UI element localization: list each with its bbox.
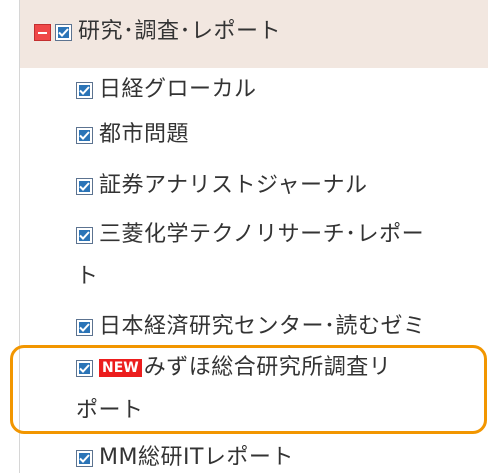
list-item-mitsubishi-chemical-report[interactable]: 三菱化学テクノリサーチ･レポー [76, 224, 424, 246]
list-item-nikkei-glocal[interactable]: 日経グローカル [76, 79, 257, 101]
checkbox-icon[interactable] [76, 177, 93, 195]
list-item-label: みずほ総合研究所調査リ [143, 355, 392, 380]
category-header[interactable]: 研究･調査･レポート [20, 0, 488, 68]
category-label: 研究･調査･レポート [78, 19, 282, 44]
checkbox-icon[interactable] [76, 359, 93, 377]
list-item-toshi-mondai[interactable]: 都市問題 [76, 124, 189, 146]
list-item-label: 日経グローカル [99, 77, 257, 102]
list-item-jcer-yomu-zemi[interactable]: 日本経済研究センター･読むゼミ [76, 316, 426, 338]
new-badge: NEW [99, 359, 142, 377]
list-item-label: 都市問題 [99, 122, 190, 147]
checkbox-icon[interactable] [76, 81, 93, 99]
category-row[interactable]: 研究･調査･レポート [34, 21, 281, 43]
collapse-icon[interactable] [34, 23, 51, 41]
list-item-mizuho-research[interactable]: NEW みずほ総合研究所調査リ [76, 357, 391, 379]
list-item-label-continuation: ト [76, 264, 99, 289]
list-item-securities-analyst-journal[interactable]: 証券アナリストジャーナル [76, 175, 367, 197]
list-item-mm-research-report[interactable]: MM総研ITレポート [76, 447, 294, 469]
list-item-label: 三菱化学テクノリサーチ･レポー [99, 222, 425, 247]
list-item-label: MM総研ITレポート [99, 445, 294, 470]
checkbox-icon[interactable] [76, 126, 93, 144]
checkbox-icon[interactable] [76, 449, 93, 467]
list-item-label: 証券アナリストジャーナル [99, 173, 368, 198]
list-item-label-continuation: ポート [76, 398, 144, 423]
category-checkbox-icon[interactable] [55, 23, 72, 41]
checkbox-icon[interactable] [76, 226, 93, 244]
list-item-label: 日本経済研究センター･読むゼミ [99, 314, 426, 339]
checkbox-icon[interactable] [76, 318, 93, 336]
